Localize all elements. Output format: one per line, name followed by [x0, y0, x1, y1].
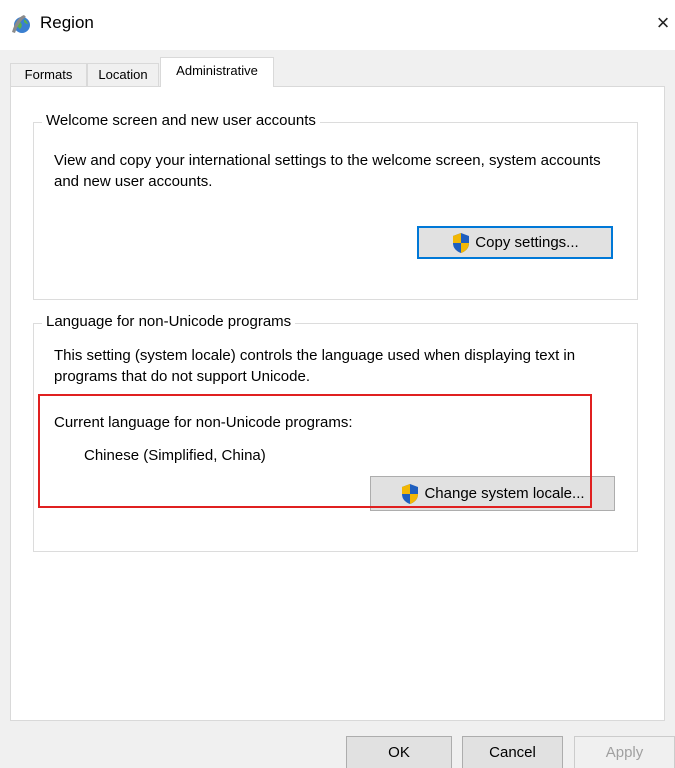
welcome-group-description: View and copy your international setting… [54, 152, 601, 190]
tab-location[interactable]: Location [87, 63, 159, 87]
close-button[interactable]: × [651, 8, 675, 38]
uac-shield-icon [402, 483, 419, 504]
uac-shield-icon [453, 232, 470, 253]
window-title: Region [40, 13, 94, 32]
welcome-screen-group: Welcome screen and new user accounts Vie… [33, 112, 638, 300]
copy-settings-label: Copy settings... [475, 234, 579, 251]
non-unicode-group-legend: Language for non-Unicode programs [42, 313, 296, 330]
dialog-body: Formats Location Administrative Welcome … [0, 50, 675, 768]
copy-settings-button[interactable]: Copy settings... [417, 226, 613, 259]
current-language-label: Current language for non-Unicode program… [54, 414, 353, 431]
welcome-group-legend: Welcome screen and new user accounts [42, 112, 320, 129]
current-language-value: Chinese (Simplified, China) [84, 447, 266, 464]
ok-button[interactable]: OK [346, 736, 452, 768]
change-system-locale-label: Change system locale... [424, 485, 585, 502]
title-bar: Region × [0, 0, 675, 50]
change-system-locale-button[interactable]: Change system locale... [370, 476, 615, 511]
apply-button: Apply [574, 736, 675, 768]
tab-formats[interactable]: Formats [10, 63, 87, 87]
non-unicode-group: Language for non-Unicode programs This s… [33, 313, 638, 552]
region-globe-icon [12, 15, 30, 33]
cancel-button[interactable]: Cancel [462, 736, 563, 768]
non-unicode-group-description: This setting (system locale) controls th… [54, 347, 576, 385]
tab-administrative[interactable]: Administrative [160, 57, 274, 87]
administrative-panel: Welcome screen and new user accounts Vie… [10, 86, 665, 721]
